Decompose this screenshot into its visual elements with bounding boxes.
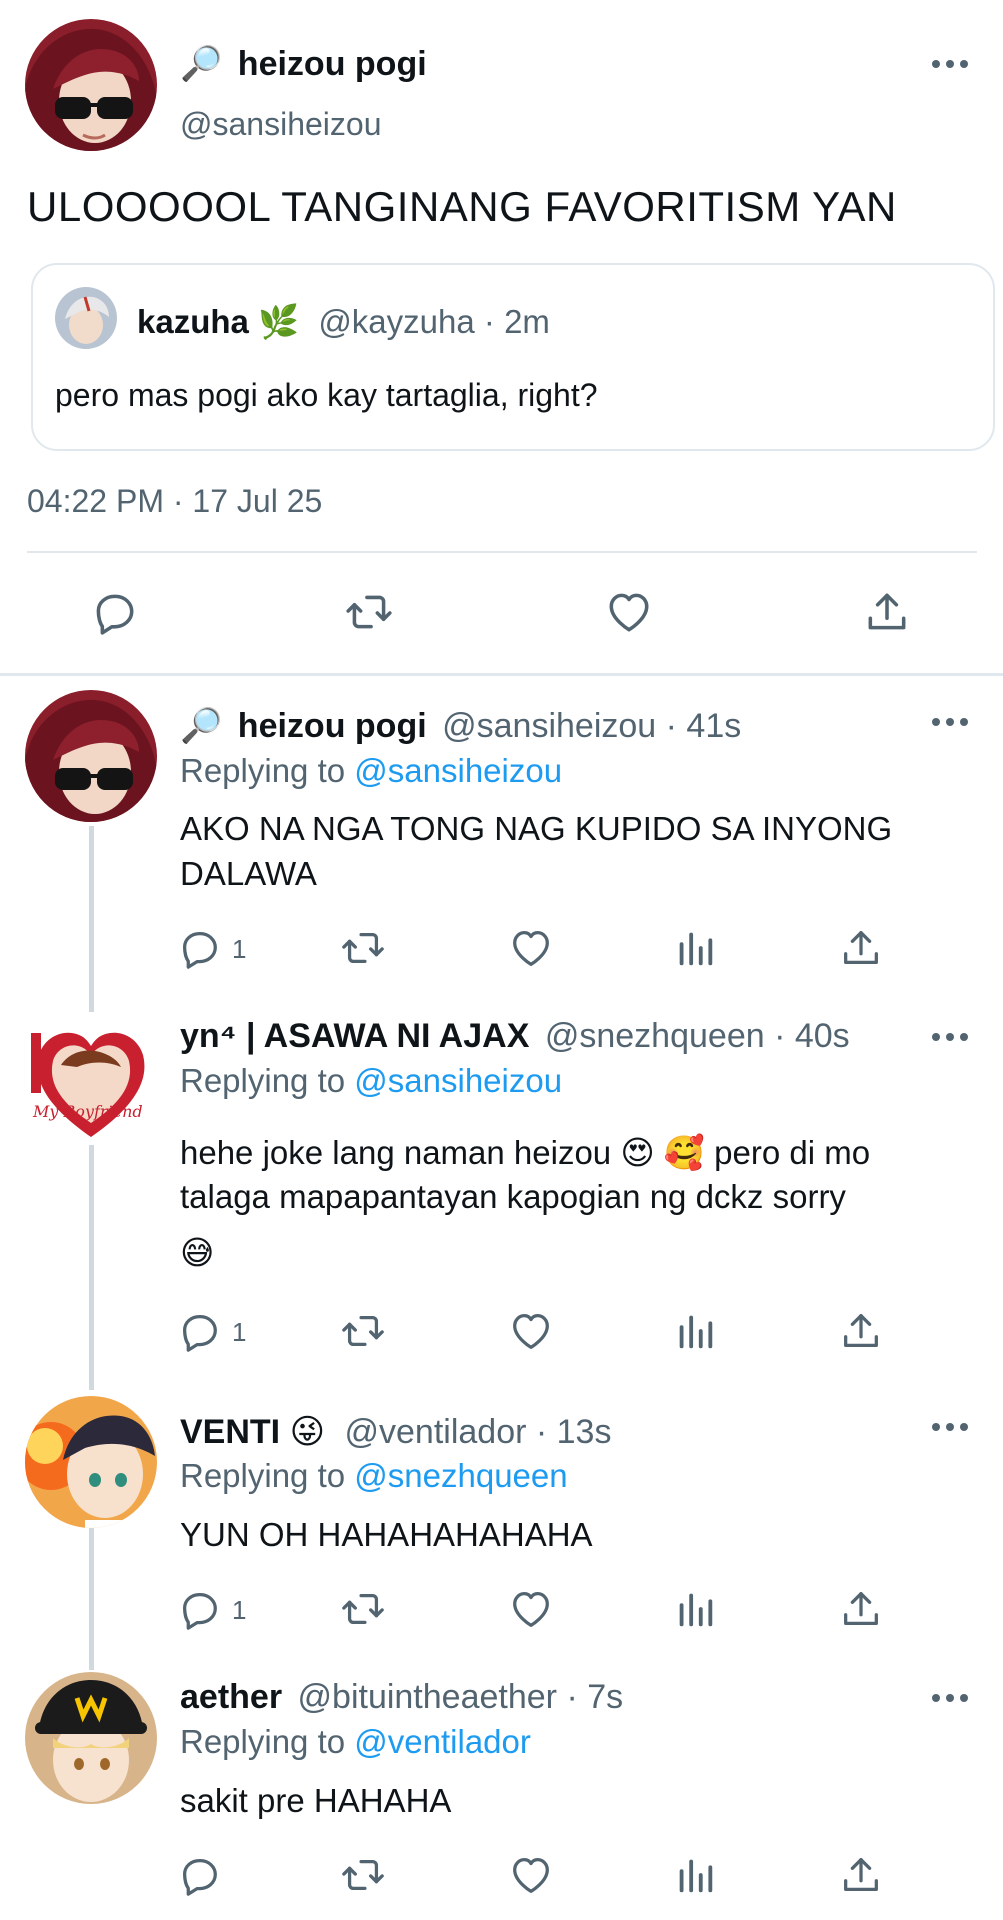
share-icon[interactable] <box>838 925 884 971</box>
reply-icon[interactable] <box>176 1586 222 1632</box>
author-row: 🔎 heizou pogi @sansiheizou · 41s <box>180 706 741 746</box>
tweet-timestamp: 04:22 PM · 17 Jul 25 <box>27 483 323 519</box>
thread-line <box>89 1140 94 1390</box>
reply-text-line: AKO NA NGA TONG NAG KUPIDO SA INYONG <box>180 810 893 847</box>
reply-count: 1 <box>232 934 247 964</box>
reply-icon[interactable] <box>176 1308 222 1354</box>
reply-icon[interactable] <box>89 587 139 637</box>
display-name[interactable]: aether <box>180 1678 282 1716</box>
replying-to-link[interactable]: @sansiheizou <box>354 1062 562 1099</box>
like-icon[interactable] <box>508 1308 554 1354</box>
share-icon[interactable] <box>838 1308 884 1354</box>
replying-label: Replying to <box>180 1723 346 1760</box>
replying-to: Replying to @sansiheizou <box>180 1062 562 1100</box>
username[interactable]: @sansiheizou <box>180 106 381 143</box>
views-icon[interactable] <box>672 1586 718 1632</box>
like-icon[interactable] <box>508 925 554 971</box>
more-icon[interactable] <box>930 1690 970 1706</box>
avatar[interactable] <box>25 19 157 151</box>
more-icon[interactable] <box>930 56 970 72</box>
reply-count: 1 <box>232 1595 247 1625</box>
reply-time: · 41s <box>665 707 742 745</box>
more-icon[interactable] <box>930 1029 970 1045</box>
avatar[interactable]: My Boyfriend <box>25 1013 157 1145</box>
reply-icon[interactable] <box>176 1852 222 1898</box>
display-name[interactable]: heizou pogi <box>238 45 427 83</box>
reply-time: · 40s <box>774 1017 850 1055</box>
views-icon[interactable] <box>672 925 718 971</box>
quote-avatar <box>55 287 117 349</box>
like-icon[interactable] <box>508 1586 554 1632</box>
replying-to-link[interactable]: @sansiheizou <box>354 752 562 789</box>
username[interactable]: @bituintheaether <box>298 1678 557 1716</box>
reply-text-line: DALAWA <box>180 855 317 892</box>
retweet-icon[interactable] <box>340 925 386 971</box>
reply-text-line: talaga mapapantayan kapogian ng dckz sor… <box>180 1178 846 1215</box>
like-icon[interactable] <box>604 587 654 637</box>
retweet-icon[interactable] <box>340 1308 386 1354</box>
views-icon[interactable] <box>672 1852 718 1898</box>
magnifier-emoji: 🔎 <box>180 707 223 745</box>
leaf-emoji: 🌿 <box>258 303 300 340</box>
reply-count: 1 <box>232 1317 247 1347</box>
quote-text: pero mas pogi ako kay tartaglia, right? <box>55 377 598 413</box>
avatar[interactable] <box>25 1672 157 1804</box>
svg-text:My Boyfriend: My Boyfriend <box>32 1102 143 1121</box>
display-name[interactable]: heizou pogi <box>238 707 427 745</box>
share-icon[interactable] <box>862 587 912 637</box>
replying-to: Replying to @snezhqueen <box>180 1457 568 1495</box>
retweet-icon[interactable] <box>340 1586 386 1632</box>
like-icon[interactable] <box>508 1852 554 1898</box>
quote-author-row: kazuha 🌿 @kayzuha · 2m <box>137 303 550 342</box>
more-icon[interactable] <box>930 1419 970 1435</box>
more-icon[interactable] <box>930 714 970 730</box>
quote-username: @kayzuha <box>318 303 475 340</box>
magnifier-emoji: 🔎 <box>180 45 223 83</box>
reply-time: · 7s <box>566 1678 624 1716</box>
share-icon[interactable] <box>838 1586 884 1632</box>
quote-time: · 2m <box>483 303 550 340</box>
replying-label: Replying to <box>180 1457 346 1494</box>
winking-tongue-emoji: 😜 <box>289 1413 326 1451</box>
author-row: VENTI 😜 @ventilador · 13s <box>180 1412 611 1452</box>
reply-text-line: sakit pre HAHAHA <box>180 1782 452 1819</box>
username[interactable]: @ventilador <box>344 1413 526 1451</box>
replying-label: Replying to <box>180 752 346 789</box>
quote-tweet-card[interactable]: kazuha 🌿 @kayzuha · 2m pero mas pogi ako… <box>31 263 995 451</box>
share-icon[interactable] <box>838 1852 884 1898</box>
author-row: aether @bituintheaether · 7s <box>180 1678 623 1717</box>
replying-to: Replying to @ventilador <box>180 1723 531 1761</box>
username[interactable]: @sansiheizou <box>442 707 656 745</box>
username[interactable]: @snezhqueen <box>545 1017 765 1055</box>
reply-time: · 13s <box>535 1413 612 1451</box>
replying-label: Replying to <box>180 1062 346 1099</box>
display-name[interactable]: VENTI <box>180 1413 280 1451</box>
views-icon[interactable] <box>672 1308 718 1354</box>
author-row: 🔎 heizou pogi <box>180 44 427 84</box>
retweet-icon[interactable] <box>340 1852 386 1898</box>
reply-text-line: hehe joke lang naman heizou 😍 🥰 pero di … <box>180 1134 871 1171</box>
divider <box>27 551 977 553</box>
reply-text-line: YUN OH HAHAHAHAHAHA <box>180 1516 593 1553</box>
thread-line <box>89 826 94 1012</box>
avatar[interactable] <box>25 690 157 822</box>
replying-to: Replying to @sansiheizou <box>180 752 562 790</box>
author-row: yn⁴ | ASAWA NI AJAX @snezhqueen · 40s <box>180 1017 850 1056</box>
reply-icon[interactable] <box>176 925 222 971</box>
replying-to-link[interactable]: @ventilador <box>354 1723 531 1760</box>
replying-to-link[interactable]: @snezhqueen <box>354 1457 567 1494</box>
tweet-text: ULOOOOOL TANGINANG FAVORITISM YAN <box>27 183 897 230</box>
display-name[interactable]: yn⁴ | ASAWA NI AJAX <box>180 1017 529 1055</box>
quote-display-name: kazuha <box>137 303 249 340</box>
reply-text-line: 😅 <box>180 1234 215 1271</box>
retweet-icon[interactable] <box>344 587 394 637</box>
section-divider <box>0 673 1003 676</box>
avatar[interactable] <box>25 1396 157 1528</box>
